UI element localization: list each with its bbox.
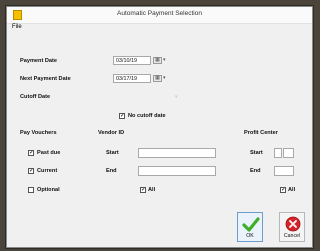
menu-file[interactable]: File bbox=[12, 24, 22, 30]
profit-center-start-input-a[interactable] bbox=[274, 148, 282, 158]
profit-center-header: Profit Center bbox=[244, 130, 278, 136]
ok-button[interactable]: OK bbox=[237, 212, 263, 242]
cancel-button-label: Cancel bbox=[283, 233, 301, 239]
vendor-end-label: End bbox=[106, 168, 117, 174]
cutoff-date-label: Cutoff Date bbox=[20, 94, 51, 100]
profit-center-all-label: All bbox=[288, 187, 296, 193]
title-bar: Automatic Payment Selection bbox=[7, 7, 312, 24]
optional-checkbox[interactable] bbox=[28, 187, 34, 193]
past-due-label: Past due bbox=[37, 150, 61, 156]
vendor-start-label: Start bbox=[106, 150, 119, 156]
profit-center-end-label: End bbox=[250, 168, 261, 174]
checkmark-icon bbox=[242, 217, 260, 232]
no-cutoff-date-label: No cutoff date bbox=[128, 113, 166, 119]
ok-button-label: OK bbox=[246, 233, 254, 239]
cancel-icon bbox=[285, 216, 301, 232]
optional-label: Optional bbox=[37, 187, 60, 193]
vendor-all-checkbox[interactable]: ✓ bbox=[140, 187, 146, 193]
next-payment-date-field[interactable]: 03/17/19 bbox=[113, 74, 151, 83]
no-cutoff-date-checkbox[interactable]: ✓ bbox=[119, 113, 125, 119]
vendor-all-label: All bbox=[148, 187, 156, 193]
current-checkbox[interactable]: ✓ bbox=[28, 168, 34, 174]
payment-selection-window: Automatic Payment Selection File Payment… bbox=[6, 6, 313, 248]
cancel-button[interactable]: Cancel bbox=[279, 212, 305, 242]
profit-center-all-checkbox[interactable]: ✓ bbox=[280, 187, 286, 193]
current-label: Current bbox=[37, 168, 58, 174]
payment-date-calendar-icon[interactable]: ▦ bbox=[153, 57, 162, 64]
profit-center-start-label: Start bbox=[250, 150, 263, 156]
cutoff-date-dropdown-icon[interactable]: ▾ bbox=[175, 94, 178, 100]
vendor-end-input[interactable] bbox=[138, 166, 216, 176]
payment-date-dropdown-icon[interactable]: ▾ bbox=[163, 57, 166, 63]
window-title: Automatic Payment Selection bbox=[117, 10, 202, 17]
next-payment-date-label: Next Payment Date bbox=[20, 76, 71, 82]
past-due-checkbox[interactable]: ✓ bbox=[28, 150, 34, 156]
menu-bar: File bbox=[7, 24, 312, 33]
profit-center-end-input[interactable] bbox=[274, 166, 294, 176]
pay-vouchers-header: Pay Vouchers bbox=[20, 130, 57, 136]
next-payment-date-dropdown-icon[interactable]: ▾ bbox=[163, 75, 166, 81]
payment-date-field[interactable]: 03/10/19 bbox=[113, 56, 151, 65]
payment-date-label: Payment Date bbox=[20, 58, 57, 64]
vendor-start-input[interactable] bbox=[138, 148, 216, 158]
profit-center-start-input-b[interactable] bbox=[283, 148, 294, 158]
next-payment-date-calendar-icon[interactable]: ▦ bbox=[153, 75, 162, 82]
vendor-id-header: Vendor ID bbox=[98, 130, 125, 136]
